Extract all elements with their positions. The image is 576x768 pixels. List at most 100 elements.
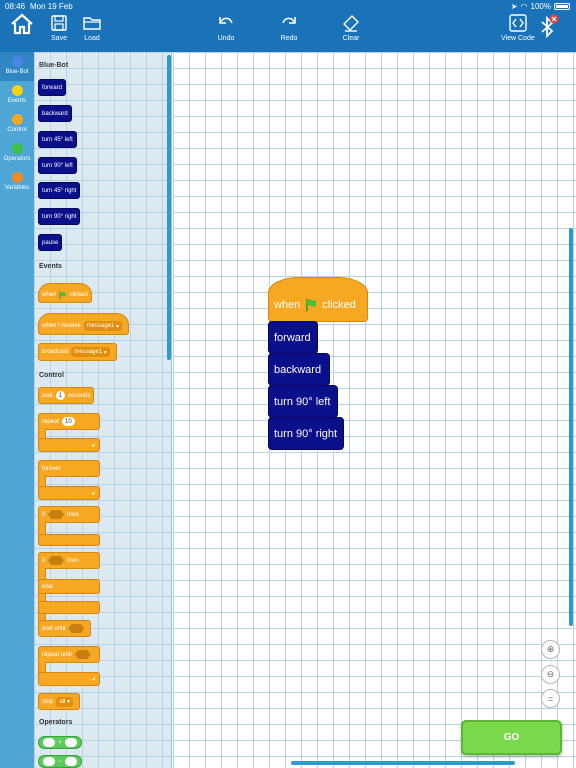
- palette-block-forward[interactable]: forward: [38, 79, 67, 96]
- stop-option-dropdown[interactable]: all ▾: [56, 696, 74, 707]
- repeat-until-block-bottom: ↲: [38, 672, 100, 686]
- events-dot-icon: [11, 85, 23, 96]
- zoom-reset-button[interactable]: =: [541, 689, 560, 708]
- palette-block-add[interactable]: +: [38, 736, 82, 749]
- if-else-block-bottom: [38, 601, 100, 614]
- palette-block-when-flag-clicked[interactable]: when clicked: [38, 283, 92, 303]
- palette-block-repeat[interactable]: repeat 10: [38, 413, 100, 430]
- loop-arrow-icon: ↲: [90, 490, 96, 497]
- script-block-when-flag-clicked[interactable]: when clicked: [268, 277, 368, 322]
- script-workspace[interactable]: when clicked forward backward turn 90° l…: [173, 52, 576, 768]
- repeat-count-input[interactable]: 10: [62, 417, 75, 426]
- else-divider: else: [38, 579, 100, 594]
- script-block-backward[interactable]: backward: [268, 353, 330, 386]
- palette-block-turn-45-right[interactable]: turn 45° right: [38, 182, 81, 199]
- battery-icon: [554, 3, 570, 10]
- zoom-out-icon: ⊖: [546, 669, 555, 679]
- code-icon: [509, 14, 527, 32]
- palette-block-turn-45-left[interactable]: turn 45° left: [38, 131, 77, 148]
- palette-block-if-then-else[interactable]: if then: [38, 552, 100, 569]
- save-button[interactable]: Save: [50, 14, 68, 42]
- script-block-turn-90-left[interactable]: turn 90° left: [268, 385, 338, 418]
- wait-seconds-input[interactable]: 1: [55, 391, 66, 400]
- bluebot-dot-icon: [11, 56, 23, 67]
- palette-scrollbar[interactable]: [167, 55, 171, 360]
- workspace-horizontal-scrollbar[interactable]: [291, 761, 515, 765]
- load-button[interactable]: Load: [83, 14, 101, 42]
- zoom-in-button[interactable]: ⊕: [541, 640, 560, 659]
- palette-block-wait-until[interactable]: wait until: [38, 620, 92, 637]
- palette-block-repeat-until[interactable]: repeat until: [38, 646, 100, 663]
- palette-block-when-i-receive[interactable]: when I receive message1 ▾: [38, 313, 130, 335]
- folder-icon: [83, 17, 101, 30]
- palette-heading-bluebot: Blue-Bot: [39, 62, 69, 69]
- battery-percent: 100%: [530, 2, 551, 11]
- broadcast-message-dropdown[interactable]: message1 ▾: [71, 347, 110, 357]
- zoom-out-button[interactable]: ⊖: [541, 665, 560, 684]
- bluetooth-disconnected-button[interactable]: [538, 14, 560, 45]
- undo-button[interactable]: Undo: [217, 14, 235, 42]
- subtract-right-input[interactable]: [65, 757, 78, 766]
- location-icon: ➤: [510, 2, 518, 11]
- if-block-bottom: [38, 534, 100, 546]
- green-flag-icon: [56, 291, 69, 300]
- bluetooth-icon: [541, 14, 559, 39]
- script-block-turn-90-right[interactable]: turn 90° right: [268, 417, 344, 450]
- control-dot-icon: [11, 114, 23, 125]
- redo-button[interactable]: Redo: [280, 14, 298, 42]
- home-button[interactable]: [10, 13, 34, 40]
- variables-dot-icon: [11, 172, 23, 183]
- category-bluebot[interactable]: Blue-Bot: [0, 52, 34, 81]
- category-variables[interactable]: Variables: [0, 168, 34, 197]
- palette-block-stop[interactable]: stop all ▾: [38, 693, 81, 710]
- if-condition-slot[interactable]: [48, 510, 64, 519]
- palette-heading-operators: Operators: [39, 719, 73, 726]
- repeat-block-bottom: ↲: [38, 438, 100, 452]
- subtract-left-input[interactable]: [42, 757, 55, 766]
- palette-block-turn-90-left[interactable]: turn 90° left: [38, 157, 77, 174]
- clear-button[interactable]: Clear: [342, 14, 360, 42]
- wifi-icon: ◠: [520, 2, 528, 11]
- wait-until-condition-slot[interactable]: [68, 624, 85, 633]
- operators-dot-icon: [11, 143, 23, 154]
- workspace-vertical-scrollbar[interactable]: [569, 228, 573, 626]
- palette-block-turn-90-right[interactable]: turn 90° right: [38, 208, 81, 225]
- zoom-in-icon: ⊕: [546, 644, 555, 654]
- status-time: 08:46: [5, 2, 26, 11]
- status-date: Mon 19 Feb: [30, 2, 73, 11]
- palette-block-broadcast[interactable]: broadcast message1 ▾: [38, 343, 117, 361]
- add-left-input[interactable]: [42, 738, 55, 747]
- go-button[interactable]: GO: [461, 720, 562, 755]
- script-block-forward[interactable]: forward: [268, 321, 318, 354]
- eraser-icon: [343, 15, 359, 32]
- category-sidebar: Blue-Bot Events Control Operators Variab…: [0, 52, 34, 768]
- loop-arrow-icon: ↲: [90, 676, 96, 683]
- block-palette: Blue-Bot forward backward turn 45° left …: [34, 52, 172, 768]
- top-toolbar: 08:46 Mon 19 Feb ➤ ◠ 100% Save Load Undo…: [0, 0, 576, 52]
- category-control[interactable]: Control: [0, 110, 34, 139]
- view-code-button[interactable]: View Code: [501, 14, 535, 42]
- palette-heading-events: Events: [39, 263, 62, 270]
- palette-block-pause[interactable]: pause: [38, 234, 63, 251]
- palette-block-if-then[interactable]: if then: [38, 506, 100, 523]
- if-else-condition-slot[interactable]: [48, 556, 64, 565]
- palette-heading-control: Control: [39, 372, 64, 379]
- save-icon: [51, 15, 67, 31]
- repeat-until-condition-slot[interactable]: [74, 650, 91, 659]
- message-dropdown[interactable]: message1 ▾: [83, 321, 123, 331]
- status-indicators: ➤ ◠ 100%: [511, 2, 570, 11]
- if-else-c-arm: [38, 568, 46, 628]
- green-flag-icon: [300, 298, 322, 312]
- forever-block-bottom: ↲: [38, 486, 100, 500]
- add-right-input[interactable]: [65, 738, 78, 747]
- palette-block-backward[interactable]: backward: [38, 105, 72, 122]
- undo-icon: [219, 17, 233, 24]
- home-icon: [11, 13, 33, 35]
- palette-block-forever[interactable]: forever: [38, 460, 100, 477]
- palette-block-subtract[interactable]: −: [38, 755, 82, 768]
- redo-icon: [282, 17, 296, 24]
- loop-arrow-icon: ↲: [90, 442, 96, 449]
- category-operators[interactable]: Operators: [0, 139, 34, 168]
- category-events[interactable]: Events: [0, 81, 34, 110]
- palette-block-wait-seconds[interactable]: wait 1 seconds: [38, 387, 95, 404]
